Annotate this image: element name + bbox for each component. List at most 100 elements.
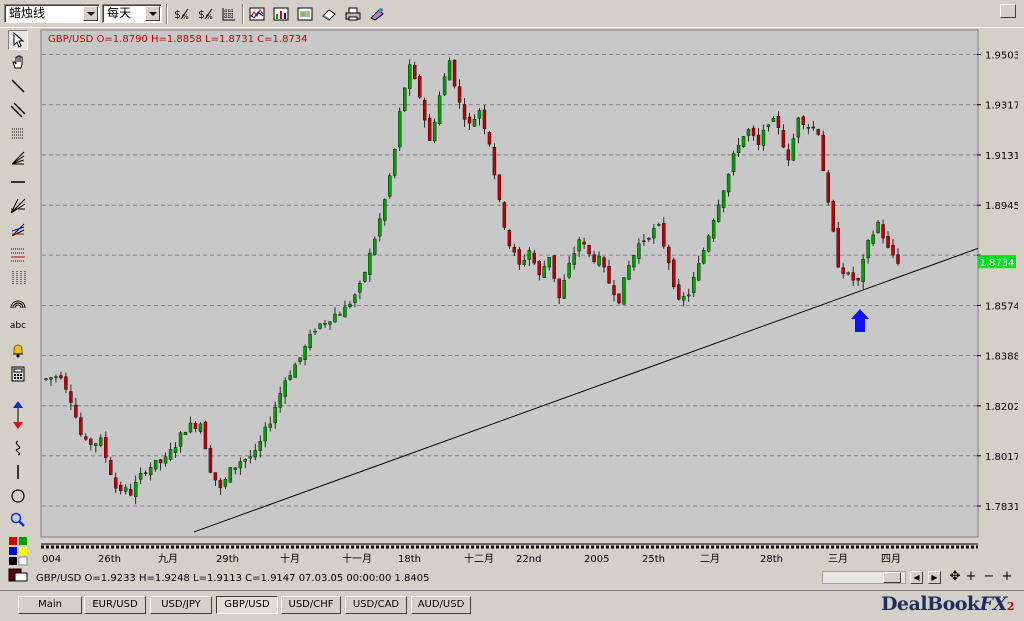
y-tick-label: 1.7831 (985, 502, 1018, 513)
hand-icon[interactable] (8, 52, 28, 72)
candle-up (846, 272, 850, 275)
alert-bell-icon[interactable] (8, 340, 28, 360)
candle-up (398, 111, 402, 148)
zoom-icon[interactable] (8, 510, 28, 530)
move-icon[interactable]: ✥ (948, 570, 962, 584)
pitchfork-icon[interactable] (8, 196, 28, 216)
candle-down (881, 224, 885, 239)
candle-up (49, 377, 53, 380)
dealbook-logo: DealBookFX2 (881, 590, 1015, 620)
chart-wave-icon[interactable] (246, 4, 268, 24)
x-tick-label: 18th (398, 554, 421, 565)
candle-up (368, 252, 372, 275)
chevron-down-icon[interactable] (83, 6, 98, 21)
candle-up (447, 60, 452, 81)
candle-down (208, 447, 213, 473)
arc-icon[interactable] (8, 292, 28, 312)
chart-bars-icon[interactable] (270, 4, 292, 24)
text-tool-icon[interactable]: abc (8, 316, 28, 336)
candle-down (602, 257, 606, 268)
window-restore-button[interactable] (1000, 4, 1016, 18)
candle-down (507, 229, 512, 247)
candle-up (198, 423, 203, 432)
tab-usd-chf[interactable]: USD/CHF (281, 596, 341, 614)
candle-up (687, 294, 691, 297)
candle-up (163, 456, 168, 464)
candle-down (781, 130, 786, 148)
zoom-in-button[interactable]: + (964, 570, 978, 584)
scroll-right-button[interactable]: ▶ (928, 571, 941, 584)
candle-down (751, 127, 756, 136)
x-tick-label: 三月 (828, 553, 848, 565)
dollar-percent-icon[interactable]: $% (170, 4, 192, 24)
color-swatch-icon[interactable] (8, 536, 28, 582)
candle-up (766, 124, 771, 128)
dollar-percent-2-icon[interactable]: $% (194, 4, 216, 24)
candle-up (283, 380, 287, 397)
candle-up (124, 487, 128, 492)
add-panel-button[interactable]: + (1000, 570, 1014, 584)
x-tick-label: 九月 (158, 553, 178, 565)
candle-down (203, 421, 208, 450)
last-price-tag: 1.8734 (978, 255, 1016, 269)
candle-up (746, 129, 751, 136)
tab-main[interactable]: Main (18, 596, 82, 614)
candle-up (178, 432, 183, 447)
zoom-out-button[interactable]: − (982, 570, 996, 584)
arrows-icon[interactable] (8, 400, 28, 430)
chart-type-select[interactable]: 蜡烛线 (4, 4, 100, 23)
tab-usd-jpy[interactable]: USD/JPY (150, 596, 212, 614)
tab-aud-usd[interactable]: AUD/USD (411, 596, 471, 614)
fan-icon[interactable] (8, 148, 28, 168)
candle-down (129, 489, 133, 496)
toolbar-separator (242, 4, 244, 24)
grid-icon[interactable] (218, 4, 240, 24)
candle-down (552, 255, 556, 279)
x-tick-label: 十月 (280, 552, 300, 565)
chart-window[interactable]: 1.9503 1.9317 1.9131 1.8945 1.8574 1.8388 1.82… (36, 28, 1018, 570)
retracement-icon[interactable] (8, 244, 28, 264)
wave-icon[interactable] (8, 438, 28, 458)
candle-down (487, 131, 492, 145)
candle-down (417, 76, 422, 98)
cursor-icon[interactable] (8, 30, 28, 50)
magic-icon[interactable] (366, 4, 388, 24)
eraser-icon[interactable] (318, 4, 340, 24)
x-tick-label: 十二月 (464, 552, 494, 565)
candle-up (258, 441, 262, 451)
print-icon[interactable] (342, 4, 364, 24)
gann-icon[interactable] (8, 220, 28, 240)
scroll-left-button[interactable]: ◀ (910, 571, 923, 584)
y-tick-label: 1.8202 (985, 402, 1018, 413)
candle-up (527, 250, 531, 260)
candle-up (188, 422, 193, 433)
folder-icon[interactable] (294, 4, 316, 24)
candle-up (223, 479, 228, 487)
candle-down (462, 104, 467, 120)
scrollbar-thumb[interactable] (883, 572, 901, 583)
period-select[interactable]: 每天 (102, 4, 162, 23)
candle-up (94, 443, 98, 446)
candle-down (662, 223, 666, 247)
candle-up (173, 447, 178, 453)
line-icon[interactable] (8, 76, 28, 96)
candle-down (502, 202, 507, 228)
vertical-line-icon[interactable] (8, 462, 28, 482)
candle-down (667, 246, 671, 264)
brand-version: 2 (1006, 600, 1015, 613)
horizontal-line-icon[interactable] (8, 172, 28, 192)
candle-up (726, 173, 731, 193)
gann-grid-icon[interactable] (8, 268, 28, 288)
chevron-down-icon[interactable] (145, 6, 160, 21)
candle-down (896, 254, 900, 264)
candle-down (831, 201, 835, 232)
price-chart[interactable]: 1.9503 1.9317 1.9131 1.8945 1.8574 1.8388 1.82… (36, 28, 1018, 570)
tab-gbp-usd[interactable]: GBP/USD (216, 596, 278, 614)
horizontal-scrollbar[interactable] (822, 571, 906, 584)
parallel-lines-icon[interactable] (8, 100, 28, 120)
calculator-icon[interactable] (8, 364, 28, 384)
tab-eur-usd[interactable]: EUR/USD (84, 596, 146, 614)
circle-icon[interactable] (8, 486, 28, 506)
tab-usd-cad[interactable]: USD/CAD (345, 596, 407, 614)
fibonacci-icon[interactable] (8, 124, 28, 144)
